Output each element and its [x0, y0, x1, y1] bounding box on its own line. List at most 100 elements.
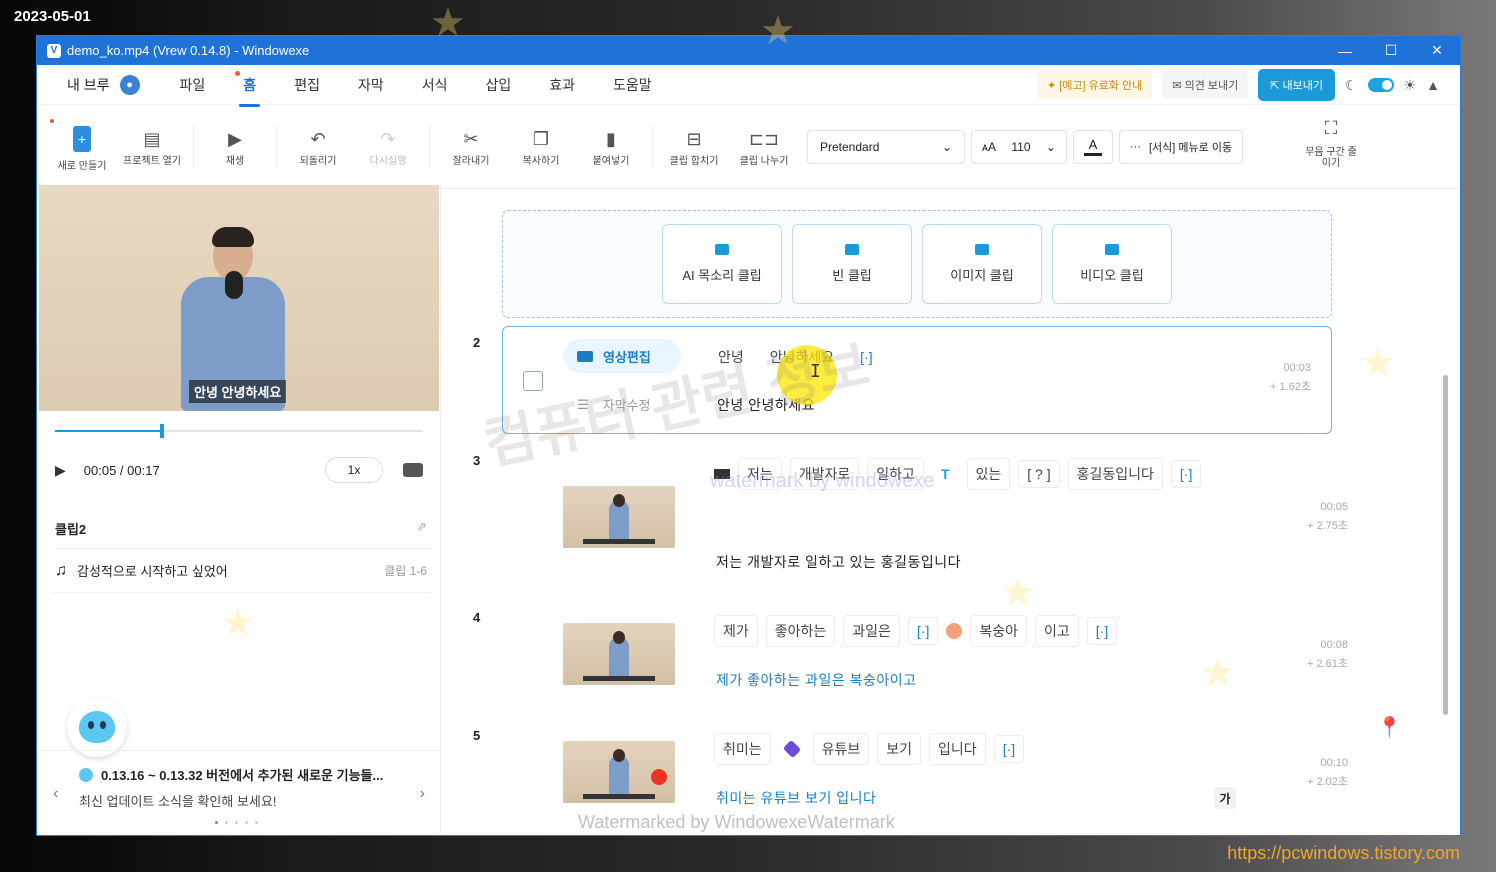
word-chip[interactable]: 취미는 [714, 733, 771, 765]
scrollbar[interactable] [1443, 375, 1448, 715]
clip-thumbnail[interactable] [563, 486, 675, 548]
copy-button[interactable]: ❐ 복사하기 [506, 126, 576, 168]
speed-button[interactable]: 1x [325, 457, 383, 483]
clip-thumbnail[interactable] [563, 623, 675, 685]
merge-clips-label: 클립 합치기 [669, 156, 719, 167]
seek-bar[interactable] [55, 424, 423, 438]
undo-button[interactable]: ↶ 되돌리기 [283, 126, 353, 168]
video-edit-tab[interactable]: 영상편집 [563, 339, 681, 373]
notice-label: [예고] 유료화 안내 [1059, 80, 1143, 92]
collapse-ribbon-icon[interactable]: ▲ [1426, 77, 1440, 93]
text-chip-icon[interactable]: T [931, 460, 959, 488]
pause-chip[interactable]: [·] [1086, 617, 1118, 645]
notice-button[interactable]: ✦ [예고] 유료화 안내 [1036, 71, 1153, 99]
word-chip[interactable]: 복숭아 [970, 615, 1028, 647]
pause-chip[interactable]: [·] [1170, 460, 1202, 488]
style-button[interactable]: 가 [1214, 787, 1236, 809]
clip-time: 00:10 [1320, 757, 1348, 769]
text-color-glyph: A [1088, 137, 1098, 152]
paste-button[interactable]: ▮ 붙여넣기 [576, 126, 646, 168]
word-chip[interactable]: 있는 [966, 458, 1011, 490]
word-chip[interactable]: 보기 [877, 733, 922, 765]
word-chip[interactable]: 제가 [714, 615, 758, 647]
blank-clip-button[interactable]: 빈 클립 [792, 224, 912, 304]
redo-icon: ↷ [380, 128, 396, 149]
reduce-silence-button[interactable]: ⛶ 무음 구간 줄이기 [1302, 119, 1360, 169]
pause-chip[interactable]: [·] [993, 735, 1025, 763]
menu-edit[interactable]: 편집 [294, 75, 320, 95]
seek-progress [55, 430, 162, 432]
menu-effect[interactable]: 효과 [549, 75, 575, 95]
subtitle-text[interactable]: 저는 개발자로 일하고 있는 홍길동입니다 [716, 552, 961, 572]
subtitle-edit-tab[interactable]: ☰ 자막수정 [577, 395, 651, 414]
format-menu-button[interactable]: ··· [서식] 메뉴로 이동 [1119, 129, 1244, 164]
subtitle-toggle-icon[interactable] [403, 463, 423, 477]
moon-icon: ☾ [1345, 76, 1358, 93]
word-chip[interactable]: 이고 [1035, 615, 1079, 647]
clip-title: 클립2 [55, 522, 87, 537]
menu-file[interactable]: 파일 [180, 75, 206, 95]
menu-insert[interactable]: 삽입 [485, 75, 511, 95]
pause-chip[interactable]: [·] [907, 617, 939, 645]
pin-icon[interactable]: 📍 [1377, 715, 1402, 740]
word-chip[interactable]: 과일은 [843, 615, 900, 647]
image-chip-icon[interactable] [714, 469, 730, 479]
chevron-left-icon[interactable]: ‹ [53, 785, 58, 803]
cut-button[interactable]: ✂ 잘라내기 [436, 126, 506, 168]
video-preview[interactable]: 안녕 안녕하세요 [39, 185, 439, 411]
update-banner[interactable]: ‹ 0.13.16 ~ 0.13.32 버전에서 추가된 새로운 기능들... … [39, 750, 439, 835]
clip-row[interactable]: 영상편집 ☰ 자막수정 안녕 안녕하세요 [·] 안녕 안녕하세요 00:03 … [502, 326, 1332, 434]
export-button[interactable]: ⇱ 내보내기 [1258, 69, 1336, 101]
peach-icon[interactable] [946, 623, 963, 639]
maximize-icon[interactable]: ☐ [1368, 36, 1414, 65]
word-chip[interactable]: 입니다 [929, 733, 986, 765]
font-select[interactable]: Pretendard ⌄ [807, 129, 965, 164]
clip-thumbnail[interactable] [563, 741, 675, 803]
word-chip[interactable]: 좋아하는 [765, 615, 836, 647]
music-item[interactable]: ♫ 감성적으로 시작하고 싶었어 클립 1-6 [51, 549, 431, 593]
clip-duration: + 2.75초 [1306, 520, 1348, 532]
redo-button[interactable]: ↷ 다시실행 [353, 126, 423, 168]
chevron-right-icon[interactable]: › [420, 785, 425, 803]
new-project-button[interactable]: + 새로 만들기 [47, 119, 117, 172]
ai-voice-clip-button[interactable]: AI 목소리 클립 [662, 224, 782, 304]
update-title: 0.13.16 ~ 0.13.32 버전에서 추가된 새로운 기능들... [101, 768, 384, 783]
user-menu[interactable]: 내 브루 ● [67, 74, 140, 95]
dark-mode-toggle[interactable] [1367, 78, 1394, 92]
word-chip[interactable]: 개발자로 [789, 458, 860, 490]
video-clip-button[interactable]: 비디오 클립 [1052, 224, 1172, 304]
player-play-icon[interactable]: ▶ [55, 462, 66, 479]
image-clip-button[interactable]: 이미지 클립 [922, 224, 1042, 304]
word-chip[interactable]: 안녕 [709, 341, 753, 373]
word-chip[interactable]: 일하고 [867, 458, 924, 490]
pause-chip[interactable]: [·] [851, 343, 882, 371]
feedback-button[interactable]: ✉ 의견 보내기 [1162, 71, 1249, 99]
subtitle-text[interactable]: 제가 좋아하는 과일은 복숭아이고 [716, 670, 917, 690]
split-clips-button[interactable]: ⊏⊐ 클립 나누기 [729, 126, 799, 168]
footer-url[interactable]: https://pcwindows.tistory.com [1227, 843, 1460, 864]
menu-subtitle[interactable]: 자막 [358, 75, 384, 95]
new-project-label: 새로 만들기 [57, 161, 107, 172]
shape-icon[interactable] [782, 739, 801, 759]
text-color-button[interactable]: A [1073, 129, 1113, 164]
open-project-button[interactable]: ▤ 프로젝트 열기 [117, 126, 187, 168]
font-size-select[interactable]: ᴀA 110 ⌄ [971, 129, 1067, 164]
menu-help[interactable]: 도움말 [613, 75, 652, 95]
word-chip[interactable]: 홍길동입니다 [1067, 458, 1163, 490]
subtitle-text[interactable]: 취미는 유튜브 보기 입니다 [716, 788, 876, 808]
close-icon[interactable]: ✕ [1414, 36, 1460, 65]
carousel-dots [215, 821, 258, 824]
play-button[interactable]: ▶ 재생 [200, 126, 270, 168]
clip-duration: + 2.02초 [1306, 776, 1348, 788]
menu-home[interactable]: 홈 [235, 70, 261, 107]
clip-checkbox[interactable] [523, 371, 543, 391]
chatbot-button[interactable] [67, 697, 127, 757]
seek-handle[interactable] [159, 424, 164, 438]
word-chip[interactable]: 저는 [738, 458, 782, 490]
menu-format[interactable]: 서식 [422, 75, 448, 95]
open-external-icon[interactable]: ⇗ [416, 519, 427, 538]
word-chip[interactable]: 유튜브 [812, 733, 870, 765]
merge-clips-button[interactable]: ⊟ 클립 합치기 [659, 126, 729, 168]
minimize-icon[interactable]: — [1322, 36, 1368, 65]
word-chip[interactable]: [ ? ] [1018, 460, 1060, 488]
